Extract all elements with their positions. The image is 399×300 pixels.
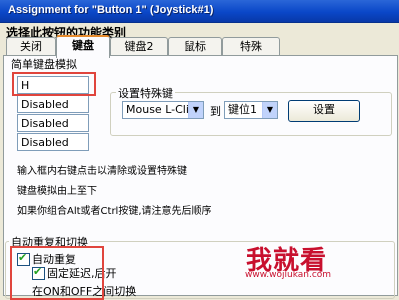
slot-select[interactable]: 键位1 ▼ [224, 101, 278, 119]
slot-value: 键位1 [228, 103, 257, 116]
tab-mouse[interactable]: 鼠标 [168, 37, 222, 55]
highlight-key-field [12, 72, 96, 96]
chevron-down-icon[interactable]: ▼ [188, 102, 203, 118]
window-title: Assignment for "Button 1" (Joystick#1) [8, 4, 214, 16]
title-bar[interactable]: Assignment for "Button 1" (Joystick#1) [0, 0, 399, 23]
tab-close[interactable]: 关闭 [6, 37, 56, 55]
mouse-action-select[interactable]: Mouse L-Click ▼ [122, 101, 204, 119]
set-button[interactable]: 设置 [288, 100, 360, 122]
key-field-2[interactable]: Disabled [17, 95, 89, 113]
note-order: 键盘模拟由上至下 [17, 186, 97, 197]
special-key-group-label: 设置特殊键 [116, 85, 175, 101]
tab-keyboard[interactable]: 键盘 [56, 35, 110, 58]
key-field-4[interactable]: Disabled [17, 133, 89, 151]
simple-key-group-label: 简单键盘模拟 [9, 56, 79, 72]
highlight-repeat [10, 246, 104, 300]
tab-keyboard2[interactable]: 键盘2 [110, 37, 168, 55]
tab-special[interactable]: 特殊 [222, 37, 280, 55]
watermark-url: www.wojiukan.com [245, 270, 332, 280]
to-label: 到 [210, 105, 221, 118]
key-field-3[interactable]: Disabled [17, 114, 89, 132]
chevron-down-icon[interactable]: ▼ [262, 102, 277, 118]
note-alt-ctrl: 如果你组合Alt或者Ctrl按键,请注意先后顺序 [17, 206, 212, 217]
note-right-click: 输入框内右键点击以清除或设置特殊键 [17, 166, 187, 177]
